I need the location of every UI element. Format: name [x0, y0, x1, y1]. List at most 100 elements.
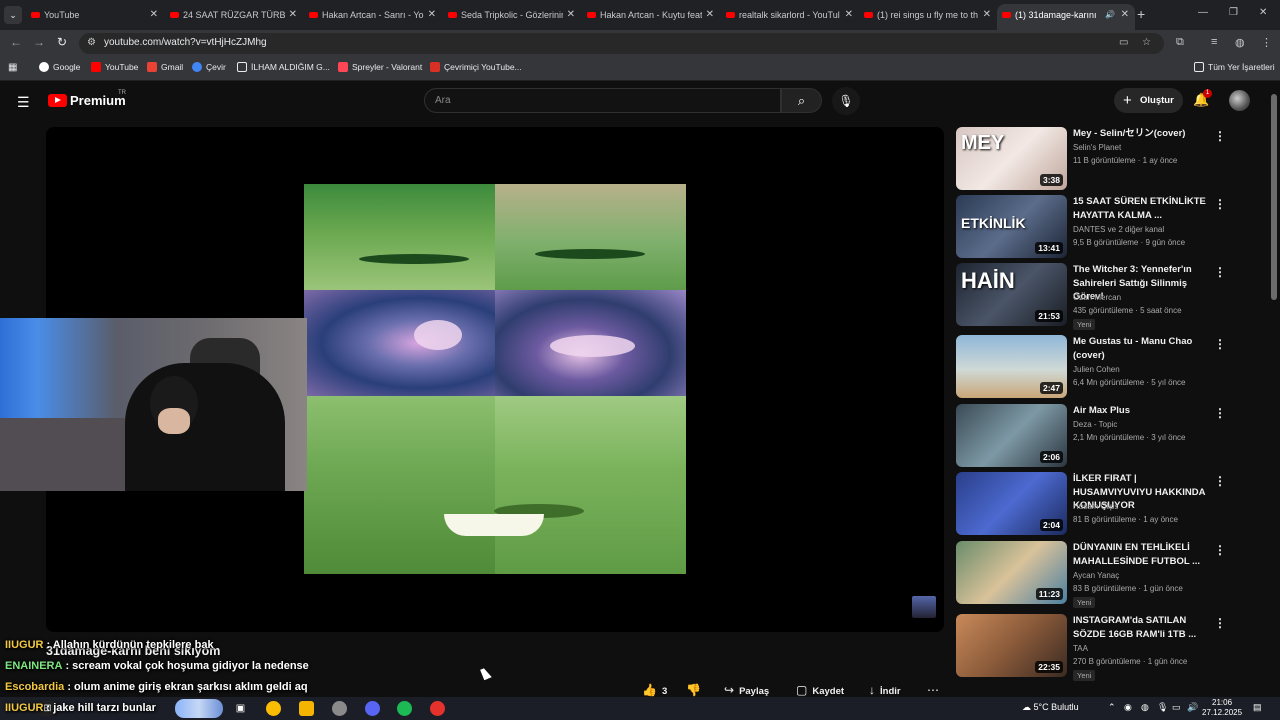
spotify-icon[interactable] — [397, 701, 412, 716]
recommendation-item[interactable]: HAİN 21:53 The Witcher 3: Yennefer'ın Sah… — [956, 263, 1268, 330]
more-options-icon[interactable]: ⋮ — [1214, 474, 1226, 488]
video-thumbnail[interactable]: 2:47 — [956, 335, 1067, 398]
folder-icon — [1194, 62, 1204, 72]
recommendation-item[interactable]: 11:23 DÜNYANIN EN TEHLİKELİ MAHALLESİNDE… — [956, 541, 1268, 608]
cast-icon[interactable]: ▭ — [1119, 37, 1128, 48]
tray-app-icon[interactable]: ◉ — [1124, 702, 1132, 713]
video-thumbnail[interactable]: 2:04 — [956, 472, 1067, 535]
more-horizontal-icon: ⋯ — [927, 683, 939, 697]
extensions-icon[interactable]: ⧉ — [1176, 36, 1184, 49]
steam-icon[interactable] — [332, 701, 347, 716]
taskbar-search[interactable] — [175, 699, 223, 718]
reload-icon[interactable]: ↻ — [57, 35, 67, 49]
close-tab-icon[interactable]: ✕ — [289, 4, 297, 26]
media-controls-icon[interactable]: ≡ — [1211, 36, 1217, 48]
microphone-icon[interactable]: 🎙 — [1157, 702, 1168, 713]
speaker-icon[interactable]: 🔊 — [1105, 4, 1115, 26]
task-view-icon[interactable]: ▣ — [233, 701, 248, 716]
minimize-icon[interactable]: — — [1198, 7, 1208, 18]
profile-icon[interactable]: ◍ — [1235, 36, 1245, 49]
browser-tab[interactable]: Seda Tripkolic - Gözlerinin ✕ — [443, 4, 581, 30]
channel-watermark[interactable] — [912, 596, 936, 618]
tray-chevron-icon[interactable]: ⌃ — [1108, 702, 1116, 713]
bookmark-star-icon[interactable]: ☆ — [1142, 37, 1151, 48]
new-badge: Yeni — [1073, 670, 1096, 681]
bookmark-google[interactable]: Google — [39, 62, 80, 72]
more-options-icon[interactable]: ⋮ — [1214, 129, 1226, 143]
close-tab-icon[interactable]: ✕ — [706, 4, 714, 26]
obs-icon[interactable] — [430, 701, 445, 716]
address-bar[interactable]: ⚙ youtube.com/watch?v=vtHjHcZJMhg ▭ ☆ — [79, 33, 1164, 54]
file-explorer-icon[interactable] — [299, 701, 314, 716]
notification-center-icon[interactable]: ▤ — [1253, 702, 1262, 713]
valorant-icon — [338, 62, 348, 72]
video-thumbnail[interactable]: MEY 3:38 — [956, 127, 1067, 190]
weather-widget[interactable]: ☁ 5°C Bulutlu — [1022, 702, 1079, 713]
recommendation-item[interactable]: ETKİNLİK 13:41 15 SAAT SÜREN ETKİNLİKTE H… — [956, 195, 1268, 259]
all-bookmarks[interactable]: Tüm Yer İşaretleri — [1194, 62, 1275, 72]
video-thumbnail[interactable]: HAİN 21:53 — [956, 263, 1067, 326]
close-tab-icon[interactable]: ✕ — [1121, 4, 1129, 26]
more-options-icon[interactable]: ⋮ — [1214, 265, 1226, 279]
browser-tab[interactable]: YouTube ✕ — [26, 4, 164, 30]
browser-tab[interactable]: Hakan Artcan - Kuytu feat ✕ — [582, 4, 720, 30]
bookmark-youtube-online[interactable]: Çevrimiçi YouTube... — [430, 62, 522, 72]
page-scrollbar[interactable] — [1271, 94, 1277, 300]
duration-badge: 13:41 — [1035, 242, 1063, 254]
video-thumbnail[interactable]: 22:35 — [956, 614, 1067, 677]
recommendation-item[interactable]: 2:04 İLKER FIRAT | HUSAMVIYUVIYU HAKKIND… — [956, 472, 1268, 536]
close-tab-icon[interactable]: ✕ — [428, 4, 436, 26]
site-info-icon[interactable]: ⚙ — [87, 37, 96, 48]
search-box[interactable] — [424, 88, 781, 113]
create-button[interactable]: + Oluştur — [1114, 88, 1183, 113]
video-thumbnail[interactable]: ETKİNLİK 13:41 — [956, 195, 1067, 258]
close-tab-icon[interactable]: ✕ — [983, 4, 991, 26]
browser-tab[interactable]: Hakan Artcan - Sanrı - Yo ✕ — [304, 4, 442, 30]
tray-app-icon[interactable]: ◍ — [1141, 702, 1149, 713]
chrome-icon[interactable] — [266, 701, 281, 716]
browser-menu-icon[interactable]: ⋮ — [1261, 36, 1272, 49]
url-text[interactable]: youtube.com/watch?v=vtHjHcZJMhg — [104, 37, 267, 48]
more-options-icon[interactable]: ⋮ — [1214, 616, 1226, 630]
forward-icon[interactable]: → — [33, 35, 45, 49]
restore-icon[interactable]: ❐ — [1229, 7, 1238, 18]
search-button[interactable]: ⌕ — [781, 88, 822, 113]
close-tab-icon[interactable]: ✕ — [567, 4, 575, 26]
more-options-icon[interactable]: ⋮ — [1214, 337, 1226, 351]
voice-search-button[interactable]: 🎙 — [832, 87, 860, 115]
browser-tab[interactable]: (1) rei sings u fly me to th ✕ — [859, 4, 997, 30]
recommendation-item[interactable]: 22:35 INSTAGRAM'da SATILAN SÖZDE 16GB RA… — [956, 614, 1268, 681]
search-input[interactable] — [425, 89, 780, 112]
browser-tab[interactable]: 24 SAAT RÜZGAR TÜRBİN ✕ — [165, 4, 303, 30]
recommendation-item[interactable]: 2:47 Me Gustas tu - Manu Chao (cover) Ju… — [956, 335, 1268, 399]
new-tab-icon[interactable]: + — [1137, 6, 1145, 22]
browser-tab[interactable]: realtalk sikarlord - YouTul ✕ — [721, 4, 859, 30]
duration-badge: 2:06 — [1039, 451, 1063, 463]
recommendation-item[interactable]: MEY 3:38 Mey - Selin/セリン(cover) Selin's P… — [956, 127, 1268, 191]
system-clock[interactable]: 21:06 27.12.2025 — [1202, 698, 1242, 718]
more-options-icon[interactable]: ⋮ — [1214, 543, 1226, 557]
bookmark-folder[interactable]: İLHAM ALDIĞIM G... — [237, 62, 330, 72]
volume-icon[interactable]: 🔊 — [1187, 702, 1198, 713]
duration-badge: 3:38 — [1039, 174, 1063, 186]
bookmark-gmail[interactable]: Gmail — [147, 62, 183, 72]
bookmark-youtube[interactable]: YouTube — [91, 62, 138, 72]
back-icon[interactable]: ← — [10, 35, 22, 49]
more-options-icon[interactable]: ⋮ — [1214, 197, 1226, 211]
network-icon[interactable]: ▭ — [1172, 702, 1181, 713]
menu-icon[interactable]: ☰ — [17, 94, 30, 111]
bookmark-cevir[interactable]: Çevir — [192, 62, 226, 72]
discord-icon[interactable] — [365, 701, 380, 716]
account-avatar[interactable] — [1229, 90, 1250, 111]
video-thumbnail[interactable]: 11:23 — [956, 541, 1067, 604]
recommendation-item[interactable]: 2:06 Air Max Plus Deza - Topic 2,1 Mn gö… — [956, 404, 1268, 468]
tab-search-icon[interactable]: ⌄ — [4, 6, 22, 24]
more-options-icon[interactable]: ⋮ — [1214, 406, 1226, 420]
apps-icon[interactable]: ▦ — [8, 62, 17, 73]
bookmark-valorant[interactable]: Spreyler - Valorant — [338, 62, 422, 72]
close-window-icon[interactable]: ✕ — [1259, 7, 1267, 18]
close-tab-icon[interactable]: ✕ — [845, 4, 853, 26]
browser-tab-active[interactable]: (1) 31damage-karını 🔊 ✕ — [997, 4, 1135, 30]
close-tab-icon[interactable]: ✕ — [150, 4, 158, 26]
video-thumbnail[interactable]: 2:06 — [956, 404, 1067, 467]
